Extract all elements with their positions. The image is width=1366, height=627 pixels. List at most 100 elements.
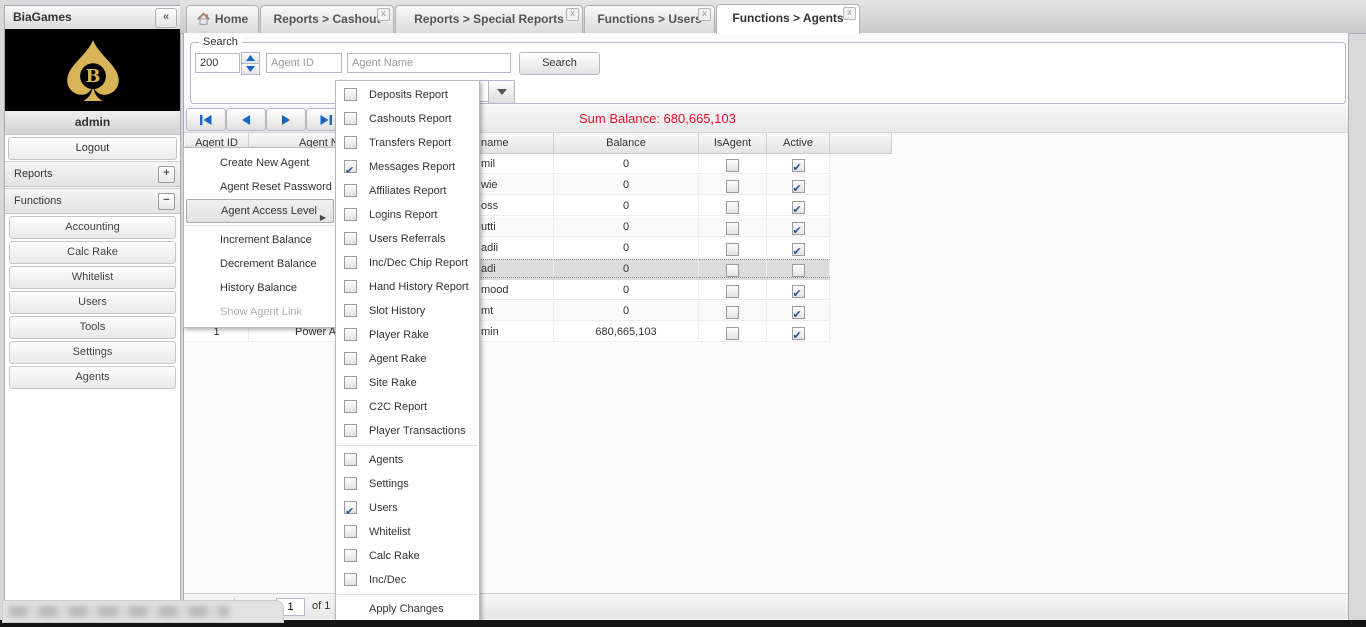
active-checkbox[interactable] — [792, 306, 805, 319]
column-header-balance[interactable]: Balance — [554, 133, 699, 154]
isagent-checkbox[interactable] — [726, 201, 739, 214]
page-size-input[interactable] — [195, 53, 240, 73]
logout-button[interactable]: Logout — [8, 137, 177, 160]
submenu-item-c2c-report[interactable]: C2C Report — [336, 395, 479, 419]
tab-close-icon[interactable]: x — [566, 8, 579, 21]
sidebar-collapse-button[interactable]: « — [155, 8, 177, 28]
tab-close-icon[interactable]: x — [843, 7, 856, 20]
submenu-item-deposits-report[interactable]: Deposits Report — [336, 83, 479, 107]
sidebar-item-settings[interactable]: Settings — [9, 341, 176, 364]
tab-close-icon[interactable]: x — [698, 8, 711, 21]
submenu-item-logins-report[interactable]: Logins Report — [336, 203, 479, 227]
menu-item-increment-balance[interactable]: Increment Balance — [184, 228, 336, 252]
combo-dropdown-button[interactable] — [488, 80, 515, 104]
menu-item-decrement-balance[interactable]: Decrement Balance — [184, 252, 336, 276]
submenu-checkbox[interactable] — [344, 477, 357, 490]
active-checkbox[interactable] — [792, 159, 805, 172]
submenu-checkbox[interactable] — [344, 549, 357, 562]
agent-name-input[interactable] — [347, 53, 511, 73]
submenu-checkbox[interactable] — [344, 453, 357, 466]
submenu-checkbox[interactable] — [344, 112, 357, 125]
spinner-down-icon[interactable] — [241, 63, 260, 75]
submenu-checkbox[interactable] — [344, 136, 357, 149]
submenu-item-whitelist[interactable]: Whitelist — [336, 520, 479, 544]
menu-item-create-new-agent[interactable]: Create New Agent — [184, 151, 336, 175]
submenu-checkbox[interactable] — [344, 280, 357, 293]
submenu-checkbox[interactable] — [344, 328, 357, 341]
submenu-item-transfers-report[interactable]: Transfers Report — [336, 131, 479, 155]
submenu-checkbox[interactable] — [344, 232, 357, 245]
submenu-item-users[interactable]: Users — [336, 496, 479, 520]
submenu-item-affiliates-report[interactable]: Affiliates Report — [336, 179, 479, 203]
sidebar-item-whitelist[interactable]: Whitelist — [9, 266, 176, 289]
submenu-checkbox[interactable] — [344, 400, 357, 413]
isagent-checkbox[interactable] — [726, 180, 739, 193]
prev-page-button[interactable] — [226, 108, 266, 131]
expand-icon[interactable]: + — [158, 166, 175, 183]
isagent-checkbox[interactable] — [726, 243, 739, 256]
next-page-button[interactable] — [266, 108, 306, 131]
submenu-checkbox[interactable] — [344, 88, 357, 101]
submenu-item-apply-changes[interactable]: Apply Changes — [336, 597, 479, 621]
submenu-item-player-rake[interactable]: Player Rake — [336, 323, 479, 347]
submenu-checkbox[interactable] — [344, 352, 357, 365]
submenu-item-inc-dec[interactable]: Inc/Dec — [336, 568, 479, 592]
menu-item-history-balance[interactable]: History Balance — [184, 276, 336, 300]
submenu-checkbox[interactable] — [344, 304, 357, 317]
search-button[interactable]: Search — [519, 52, 600, 75]
submenu-checkbox[interactable] — [344, 184, 357, 197]
submenu-item-agents[interactable]: Agents — [336, 448, 479, 472]
submenu-checkbox[interactable] — [344, 256, 357, 269]
active-checkbox[interactable] — [792, 327, 805, 340]
isagent-checkbox[interactable] — [726, 264, 739, 277]
submenu-item-messages-report[interactable]: Messages Report — [336, 155, 479, 179]
submenu-item-cashouts-report[interactable]: Cashouts Report — [336, 107, 479, 131]
sidebar-item-users[interactable]: Users — [9, 291, 176, 314]
submenu-item-site-rake[interactable]: Site Rake — [336, 371, 479, 395]
submenu-item-inc-dec-chip-report[interactable]: Inc/Dec Chip Report — [336, 251, 479, 275]
active-checkbox[interactable] — [792, 285, 805, 298]
submenu-item-users-referrals[interactable]: Users Referrals — [336, 227, 479, 251]
submenu-checkbox[interactable] — [344, 573, 357, 586]
submenu-checkbox[interactable] — [344, 160, 357, 173]
tab-functions-agents[interactable]: Functions > Agentsx — [716, 4, 860, 34]
isagent-checkbox[interactable] — [726, 222, 739, 235]
tab-reports-cashout[interactable]: Reports > Cashoutx — [260, 5, 394, 33]
sidebar-section-functions[interactable]: Functions − — [5, 188, 180, 214]
submenu-checkbox[interactable] — [344, 208, 357, 221]
tab-home[interactable]: Home — [186, 5, 259, 33]
collapse-icon[interactable]: − — [158, 193, 175, 210]
tab-functions-users[interactable]: Functions > Usersx — [584, 5, 715, 33]
column-header-isagent[interactable]: IsAgent — [699, 133, 767, 154]
isagent-checkbox[interactable] — [726, 159, 739, 172]
submenu-item-hand-history-report[interactable]: Hand History Report — [336, 275, 479, 299]
submenu-checkbox[interactable] — [344, 501, 357, 514]
submenu-item-calc-rake[interactable]: Calc Rake — [336, 544, 479, 568]
sidebar-item-tools[interactable]: Tools — [9, 316, 176, 339]
tab-reports-special-reports[interactable]: Reports > Special Reportsx — [395, 5, 583, 33]
active-checkbox[interactable] — [792, 264, 805, 277]
sidebar-item-calc-rake[interactable]: Calc Rake — [9, 241, 176, 264]
menu-item-agent-reset-password[interactable]: Agent Reset Password — [184, 175, 336, 199]
first-page-button[interactable] — [186, 108, 226, 131]
tab-close-icon[interactable]: x — [377, 8, 390, 21]
isagent-checkbox[interactable] — [726, 306, 739, 319]
sidebar-item-accounting[interactable]: Accounting — [9, 216, 176, 239]
column-header-active[interactable]: Active — [767, 133, 830, 154]
submenu-checkbox[interactable] — [344, 376, 357, 389]
sidebar-section-reports[interactable]: Reports + — [5, 161, 180, 187]
submenu-item-settings[interactable]: Settings — [336, 472, 479, 496]
active-checkbox[interactable] — [792, 180, 805, 193]
submenu-item-agent-rake[interactable]: Agent Rake — [336, 347, 479, 371]
submenu-checkbox[interactable] — [344, 424, 357, 437]
isagent-checkbox[interactable] — [726, 327, 739, 340]
active-checkbox[interactable] — [792, 222, 805, 235]
submenu-item-slot-history[interactable]: Slot History — [336, 299, 479, 323]
submenu-item-player-transactions[interactable]: Player Transactions — [336, 419, 479, 443]
submenu-checkbox[interactable] — [344, 525, 357, 538]
sidebar-item-agents[interactable]: Agents — [9, 366, 176, 389]
active-checkbox[interactable] — [792, 201, 805, 214]
agent-id-input[interactable] — [266, 53, 342, 73]
isagent-checkbox[interactable] — [726, 285, 739, 298]
active-checkbox[interactable] — [792, 243, 805, 256]
